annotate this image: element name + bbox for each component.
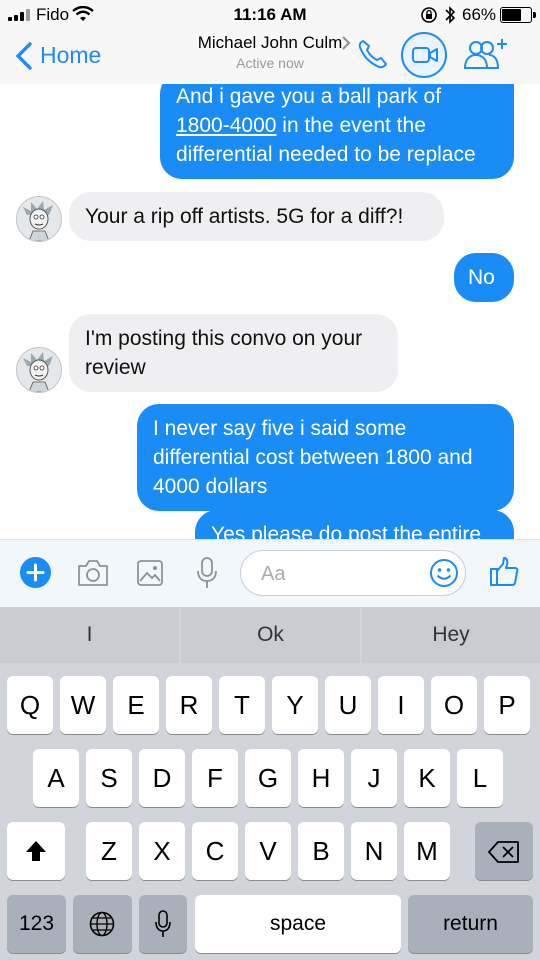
key-t[interactable]: T [219, 676, 265, 734]
key-n[interactable]: N [351, 822, 397, 880]
key-c[interactable]: C [192, 822, 238, 880]
message-incoming: I'm posting this convo on your review [69, 314, 398, 392]
key-d[interactable]: D [139, 749, 185, 807]
bluetooth-icon [445, 6, 456, 24]
message-input-placeholder: Aa [261, 563, 286, 585]
key-z[interactable]: Z [86, 822, 132, 880]
chevron-right-icon [342, 36, 351, 50]
return-key[interactable]: return [408, 895, 533, 953]
emoji-icon[interactable] [429, 558, 459, 588]
delete-key[interactable] [475, 822, 533, 880]
message-outgoing: I never say five i said some differentia… [137, 404, 514, 511]
clock: 11:16 AM [233, 5, 307, 24]
video-call-button[interactable] [401, 32, 447, 78]
key-h[interactable]: H [298, 749, 344, 807]
lock-rotation-icon [421, 7, 437, 23]
battery-percent: 66% [462, 5, 497, 24]
avatar[interactable] [16, 347, 62, 393]
phone-number-link[interactable]: 1800-4000 [176, 114, 276, 137]
thumbs-up-icon[interactable] [488, 556, 520, 588]
mic-icon[interactable] [195, 556, 219, 590]
key-y[interactable]: Y [272, 676, 318, 734]
key-f[interactable]: F [192, 749, 238, 807]
delete-icon [488, 841, 519, 863]
shift-key[interactable] [7, 822, 65, 880]
key-e[interactable]: E [113, 676, 159, 734]
suggestion-1[interactable]: I [0, 607, 179, 663]
key-j[interactable]: J [351, 749, 397, 807]
key-m[interactable]: M [404, 822, 450, 880]
status-bar: Fido 11:16 AM 66% [0, 0, 540, 30]
message-outgoing: And i gave you a ball park of 1800-4000 … [160, 84, 514, 179]
key-s[interactable]: S [86, 749, 132, 807]
camera-icon[interactable] [76, 558, 110, 588]
video-icon [412, 47, 438, 63]
suggestion-2[interactable]: Ok [181, 607, 360, 663]
plus-icon [26, 563, 45, 582]
message-thread[interactable]: And i gave you a ball park of 1800-4000 … [0, 84, 540, 539]
key-w[interactable]: W [60, 676, 106, 734]
presence-status: Active now [236, 55, 304, 71]
key-a[interactable]: A [33, 749, 79, 807]
message-incoming: Your a rip off artists. 5G for a diff?! [69, 192, 444, 241]
dictation-key[interactable] [139, 895, 187, 953]
key-i[interactable]: I [378, 676, 424, 734]
suggestion-3[interactable]: Hey [362, 607, 540, 663]
add-people-icon[interactable] [463, 36, 509, 72]
shift-icon [26, 841, 46, 861]
message-outgoing: Yes please do post the entire [195, 510, 514, 539]
key-p[interactable]: P [484, 676, 530, 734]
key-o[interactable]: O [431, 676, 477, 734]
contact-name[interactable]: Michael John Culm [0, 33, 540, 53]
plus-button[interactable] [20, 557, 51, 588]
image-icon[interactable] [136, 559, 164, 587]
key-k[interactable]: K [404, 749, 450, 807]
key-x[interactable]: X [139, 822, 185, 880]
battery-icon [500, 7, 536, 23]
numbers-key[interactable]: 123 [7, 895, 66, 953]
key-r[interactable]: R [166, 676, 212, 734]
key-v[interactable]: V [245, 822, 291, 880]
key-g[interactable]: G [245, 749, 291, 807]
space-key[interactable]: space [195, 895, 401, 953]
key-l[interactable]: L [457, 749, 503, 807]
message-outgoing: No [454, 253, 514, 302]
avatar[interactable] [16, 196, 62, 242]
phone-icon[interactable] [357, 38, 389, 70]
key-u[interactable]: U [325, 676, 371, 734]
key-q[interactable]: Q [7, 676, 53, 734]
mic-icon [155, 910, 171, 937]
globe-key[interactable] [73, 895, 132, 953]
globe-icon [89, 911, 115, 937]
key-b[interactable]: B [298, 822, 344, 880]
